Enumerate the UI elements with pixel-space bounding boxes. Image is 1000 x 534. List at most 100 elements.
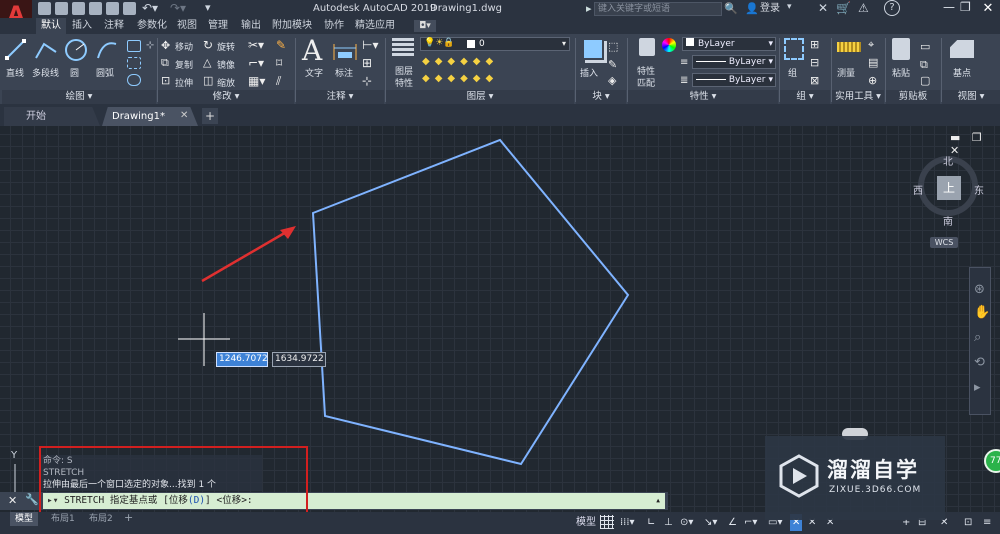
- isodraft-icon[interactable]: ∠: [728, 514, 737, 531]
- tab-default[interactable]: 默认: [36, 18, 66, 34]
- viewcube-face-top[interactable]: 上: [937, 176, 961, 200]
- hatch-icon[interactable]: [127, 57, 141, 69]
- dimension-button[interactable]: 标注: [335, 66, 353, 79]
- viewcube-west[interactable]: 西: [913, 182, 923, 197]
- orbit-icon[interactable]: ⟲: [974, 355, 985, 370]
- id-point-icon[interactable]: ⊕: [868, 74, 877, 87]
- color-wheel-icon[interactable]: [662, 38, 676, 52]
- dynamic-input-y[interactable]: 1634.9722: [272, 352, 326, 367]
- layout-tab-model[interactable]: 模型: [10, 512, 39, 526]
- group-edit-icon[interactable]: ⊟: [810, 56, 819, 69]
- zoom-extents-icon[interactable]: ⌕: [974, 330, 981, 345]
- model-space-button[interactable]: 模型: [576, 514, 596, 531]
- move-button[interactable]: 移动: [175, 40, 193, 53]
- copy-clip-icon[interactable]: ⧉: [920, 58, 928, 72]
- polar-tracking-icon[interactable]: ↘▾: [704, 514, 717, 531]
- pan-icon[interactable]: ✋: [974, 305, 990, 320]
- block-attribute-icon[interactable]: ◈: [608, 74, 616, 87]
- ellipse-icon[interactable]: [127, 74, 141, 86]
- mirror-button[interactable]: 镜像: [217, 58, 235, 71]
- open-file-icon[interactable]: [55, 2, 68, 15]
- draw-extra-icon[interactable]: ⊹: [146, 40, 154, 51]
- viewcube-north[interactable]: 北: [943, 153, 953, 168]
- signin-dropdown-icon[interactable]: ▾: [787, 2, 792, 12]
- command-customize-icon[interactable]: 🔧: [25, 493, 39, 506]
- copy-button[interactable]: 复制: [175, 58, 193, 71]
- fillet-icon[interactable]: ⌐▾: [248, 56, 264, 70]
- new-tab-icon[interactable]: +: [202, 108, 218, 124]
- tab-annotate[interactable]: 注释: [99, 18, 129, 34]
- line-icon[interactable]: [4, 38, 28, 62]
- web-icon[interactable]: [106, 2, 119, 15]
- group-button[interactable]: 组: [788, 66, 797, 79]
- calculator-icon[interactable]: ▤: [868, 56, 878, 69]
- cut-icon[interactable]: ▭: [920, 40, 930, 53]
- panel-modify-title[interactable]: 修改 ▾: [158, 90, 294, 104]
- rotate-button[interactable]: 旋转: [217, 40, 235, 53]
- tab-addins[interactable]: 附加模块: [267, 18, 317, 34]
- status-menu-icon[interactable]: ≡: [983, 514, 991, 531]
- exchange-icon[interactable]: ✕: [818, 1, 828, 15]
- command-close-icon[interactable]: ✕: [8, 494, 17, 507]
- ortho-icon[interactable]: ⊙▾: [680, 514, 693, 531]
- dynamic-input-icon[interactable]: ⊥: [664, 514, 673, 531]
- save-icon[interactable]: [72, 2, 85, 15]
- undo-icon[interactable]: ↶▾: [142, 1, 158, 15]
- minimize-icon[interactable]: —: [943, 0, 955, 14]
- tab-view[interactable]: 视图: [172, 18, 202, 34]
- panel-view-title[interactable]: 视图 ▾: [942, 90, 1000, 104]
- viewcube-east[interactable]: 东: [974, 182, 984, 197]
- polyline-icon[interactable]: [34, 38, 60, 62]
- grid-icon[interactable]: [600, 515, 614, 529]
- autodesk-a360-icon[interactable]: ⚠: [858, 1, 869, 15]
- file-tab-start[interactable]: 开始: [4, 107, 100, 126]
- linetype-dropdown[interactable]: ByLayer ▾: [692, 55, 776, 69]
- object-snap-tracking-icon[interactable]: ⌐▾: [744, 514, 757, 531]
- showmotion-icon[interactable]: ▸: [974, 380, 981, 395]
- layer-tools-row1-icons[interactable]: ◆◆◆◆◆◆: [422, 56, 498, 67]
- clean-screen-icon[interactable]: ⊡: [964, 514, 972, 531]
- save-as-icon[interactable]: [89, 2, 102, 15]
- layer-properties-label-2[interactable]: 特性: [395, 76, 413, 89]
- wcs-menu[interactable]: WCS: [930, 237, 958, 248]
- copy-base-icon[interactable]: ▢: [920, 74, 930, 87]
- paste-button[interactable]: 粘贴: [892, 66, 910, 79]
- panel-draw-title[interactable]: 绘图 ▾: [2, 90, 156, 104]
- new-file-icon[interactable]: [38, 2, 51, 15]
- infer-constraints-icon[interactable]: ∟: [647, 514, 655, 531]
- table-icon[interactable]: ⊞: [362, 56, 372, 70]
- array-icon[interactable]: ▦▾: [248, 74, 265, 88]
- arc-icon[interactable]: [95, 38, 119, 62]
- text-button[interactable]: 文字: [305, 66, 323, 79]
- ribbon-toggle-icon[interactable]: ◘▾: [414, 20, 436, 32]
- print-icon[interactable]: [123, 2, 136, 15]
- panel-utilities-title[interactable]: 实用工具 ▾: [832, 90, 884, 104]
- color-dropdown[interactable]: ByLayer ▾: [682, 37, 776, 51]
- search-input[interactable]: 键入关键字或短语: [594, 2, 722, 16]
- tab-manage[interactable]: 管理: [203, 18, 233, 34]
- quick-select-icon[interactable]: ⌖: [868, 38, 874, 52]
- tab-close-icon[interactable]: ✕: [180, 110, 188, 121]
- polyline-button[interactable]: 多段线: [32, 66, 59, 79]
- match-properties-label-2[interactable]: 匹配: [637, 76, 655, 89]
- quick-access-menu-icon[interactable]: ▾: [205, 1, 211, 14]
- text-icon[interactable]: A: [302, 34, 322, 67]
- lineweight-dropdown[interactable]: ByLayer ▾: [692, 73, 776, 87]
- rectangle-icon[interactable]: [127, 40, 141, 52]
- dynamic-input-x[interactable]: 1246.7072: [216, 352, 268, 367]
- tab-parametric[interactable]: 参数化: [132, 18, 172, 34]
- tab-output[interactable]: 输出: [236, 18, 266, 34]
- dimension-icon[interactable]: [332, 40, 358, 62]
- layout-tab-layout1[interactable]: 布局1: [46, 512, 80, 526]
- annotation-extra-icon[interactable]: ⊹: [362, 74, 372, 88]
- layer-dropdown[interactable]: 💡☀🔒 0 ▾: [420, 37, 570, 51]
- store-icon[interactable]: 🛒: [836, 1, 851, 15]
- steering-wheel-icon[interactable]: ⊛: [974, 282, 985, 297]
- panel-properties-title[interactable]: 特性 ▾: [628, 90, 778, 104]
- search-icon[interactable]: 🔍: [724, 2, 738, 15]
- viewcube-south[interactable]: 南: [943, 213, 953, 228]
- explode-icon[interactable]: ⌑: [276, 56, 282, 70]
- panel-annotation-title[interactable]: 注释 ▾: [296, 90, 384, 104]
- leader-icon[interactable]: ⊢▾: [362, 38, 378, 52]
- base-view-button[interactable]: 基点: [953, 66, 971, 79]
